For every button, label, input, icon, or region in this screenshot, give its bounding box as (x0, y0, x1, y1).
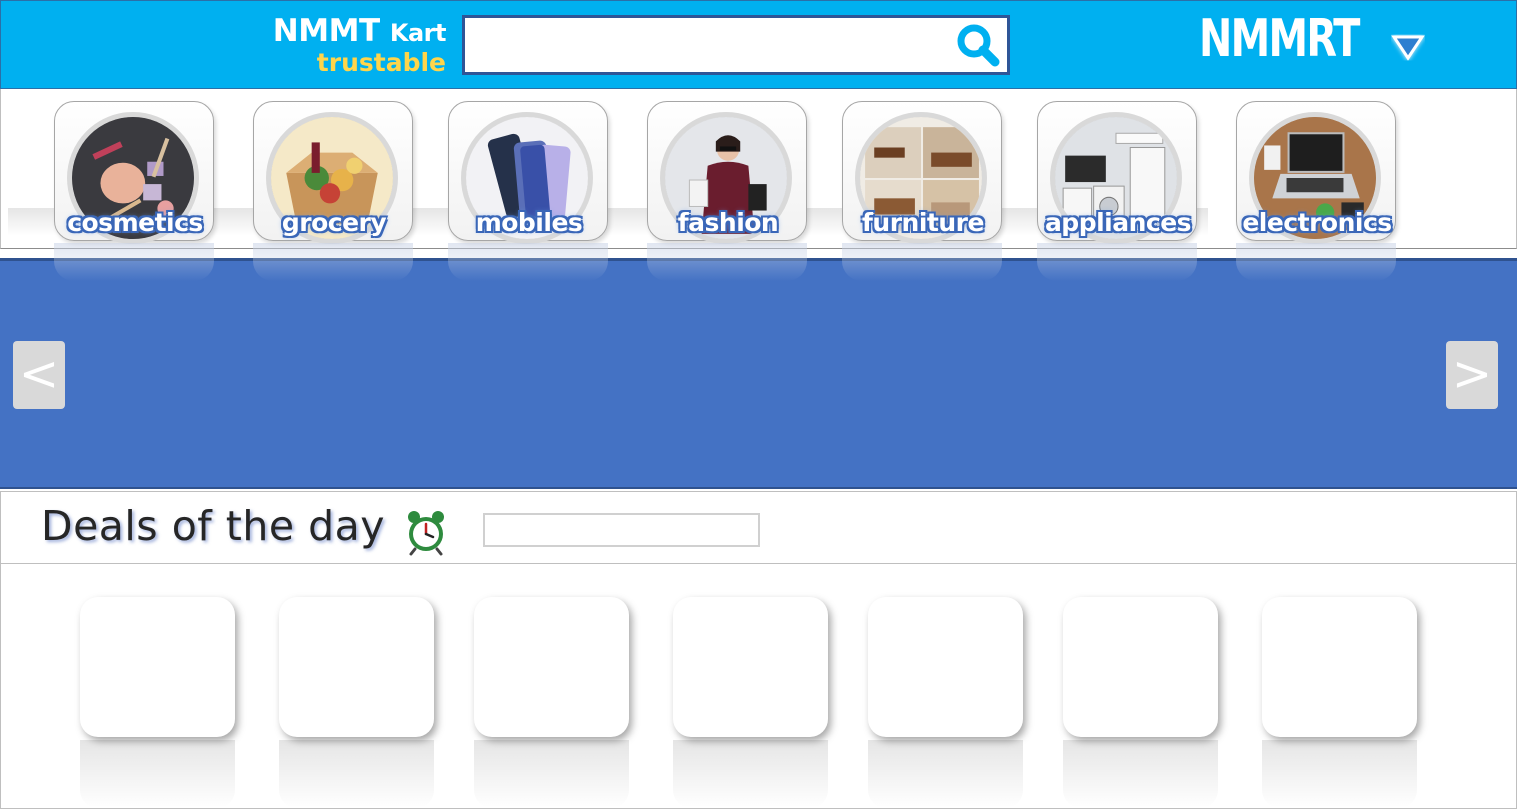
product-card[interactable] (80, 597, 235, 737)
deals-title: Deals of the day (41, 502, 385, 550)
brand-tagline: trustable (316, 48, 446, 77)
brand-name-text: NMMT (272, 13, 380, 49)
carousel-prev-button[interactable]: < (13, 341, 65, 409)
product-card[interactable] (279, 597, 434, 737)
brand-suffix: Kart (389, 19, 447, 47)
category-label: electronics (1242, 208, 1392, 237)
category-label: furniture (862, 208, 984, 237)
deals-timer-field (483, 513, 760, 547)
category-appliances[interactable]: appliances (1037, 101, 1197, 244)
triangle-down-icon[interactable] (1389, 31, 1427, 63)
product-reflection (1262, 740, 1417, 808)
product-card[interactable] (868, 597, 1023, 737)
product-reflection (1063, 740, 1218, 808)
search-icon[interactable] (955, 22, 1001, 68)
logo-text: NMMRT (1199, 9, 1360, 69)
brand-name: NMMT Kart (256, 13, 447, 51)
banner-carousel[interactable]: < > (0, 258, 1517, 489)
category-label: mobiles (475, 208, 583, 237)
product-card[interactable] (1262, 597, 1417, 737)
product-card[interactable] (673, 597, 828, 737)
product-reflection (474, 740, 629, 808)
category-label: cosmetics (67, 208, 203, 237)
carousel-next-button[interactable]: > (1446, 341, 1498, 409)
category-cosmetics[interactable]: cosmetics (54, 101, 214, 244)
deals-header: Deals of the day (0, 491, 1517, 564)
product-card[interactable] (474, 597, 629, 737)
category-furniture[interactable]: furniture (842, 101, 1002, 244)
category-grocery[interactable]: grocery (253, 101, 413, 244)
search-input[interactable] (462, 15, 1010, 75)
category-label: fashion (677, 208, 779, 237)
category-electronics[interactable]: electronics (1236, 101, 1396, 244)
product-card[interactable] (1063, 597, 1218, 737)
product-reflection (80, 740, 235, 808)
category-label: grocery (281, 208, 387, 237)
brand[interactable]: NMMT Kart trustable (256, 13, 447, 77)
nmmrt-logo[interactable]: NMMRT (1199, 9, 1369, 87)
product-reflection (868, 740, 1023, 808)
alarm-clock-icon (408, 511, 444, 556)
top-header: NMMT Kart trustable NMMRT (0, 0, 1517, 89)
product-reflection (279, 740, 434, 808)
product-reflection (673, 740, 828, 808)
category-label: appliances (1044, 208, 1192, 237)
category-fashion[interactable]: fashion (647, 101, 807, 244)
category-mobiles[interactable]: mobiles (448, 101, 608, 244)
